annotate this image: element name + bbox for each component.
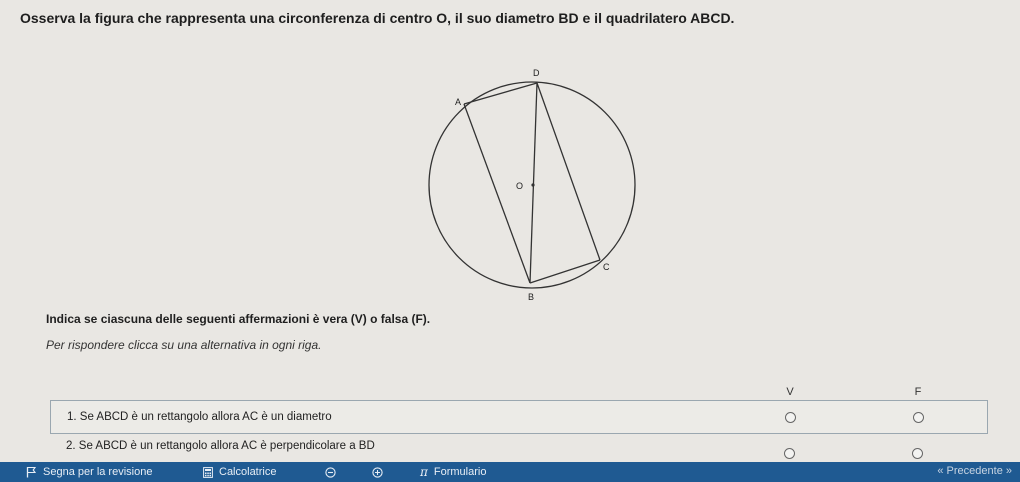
column-header-v: V xyxy=(786,386,794,398)
diameter-bd xyxy=(529,82,538,284)
radio-row-1-f[interactable] xyxy=(913,412,924,423)
bottom-toolbar: Segna per la revisione Calcolatrice π Fo… xyxy=(0,462,1020,482)
radio-row-1-v[interactable] xyxy=(785,412,796,423)
review-flag-button[interactable]: Segna per la revisione xyxy=(26,465,152,479)
statement-text-1: 1. Se ABCD è un rettangolo allora AC è u… xyxy=(67,411,332,423)
double-chevron-left-icon: « xyxy=(937,465,944,477)
review-flag-label: Segna per la revisione xyxy=(43,466,153,478)
side-da xyxy=(463,82,538,105)
zoom-out-button[interactable] xyxy=(325,465,336,479)
zoom-out-icon xyxy=(325,466,336,478)
calculator-label: Calcolatrice xyxy=(219,466,277,478)
zoom-in-button[interactable] xyxy=(372,465,383,479)
flag-icon xyxy=(26,466,37,478)
label-d: D xyxy=(533,68,540,78)
question-title: Osserva la figura che rappresenta una ci… xyxy=(20,10,735,26)
statement-text-2: 2. Se ABCD è un rettangolo allora AC è p… xyxy=(66,440,375,452)
label-c: C xyxy=(603,262,610,272)
instruction-text: Indica se ciascuna delle seguenti afferm… xyxy=(46,312,431,326)
label-a: A xyxy=(455,97,461,107)
zoom-in-icon xyxy=(372,466,383,478)
calculator-button[interactable]: Calcolatrice xyxy=(203,465,276,479)
formulary-button[interactable]: π Formulario xyxy=(420,465,486,479)
pi-icon: π xyxy=(420,465,428,479)
statement-row-1: 1. Se ABCD è un rettangolo allora AC è u… xyxy=(50,400,988,434)
circle-figure: D A O C B xyxy=(428,68,636,302)
side-cd xyxy=(536,82,601,261)
center-point xyxy=(531,183,535,187)
label-b: B xyxy=(528,292,534,302)
side-bc xyxy=(529,259,601,284)
formulary-label: Formulario xyxy=(433,466,487,478)
column-header-f: F xyxy=(914,386,922,398)
double-chevron-right-icon: » xyxy=(1005,465,1012,477)
statement-row-2: 2. Se ABCD è un rettangolo allora AC è p… xyxy=(50,430,988,464)
label-o: O xyxy=(516,181,523,191)
subinstruction-text: Per rispondere clicca su una alternativa… xyxy=(46,338,322,352)
previous-button[interactable]: « Precedente » xyxy=(937,465,1012,477)
side-ab xyxy=(463,103,531,284)
previous-label: Precedente xyxy=(946,465,1003,477)
radio-row-2-f[interactable] xyxy=(912,448,923,459)
calculator-icon xyxy=(203,466,213,478)
radio-row-2-v[interactable] xyxy=(784,448,795,459)
